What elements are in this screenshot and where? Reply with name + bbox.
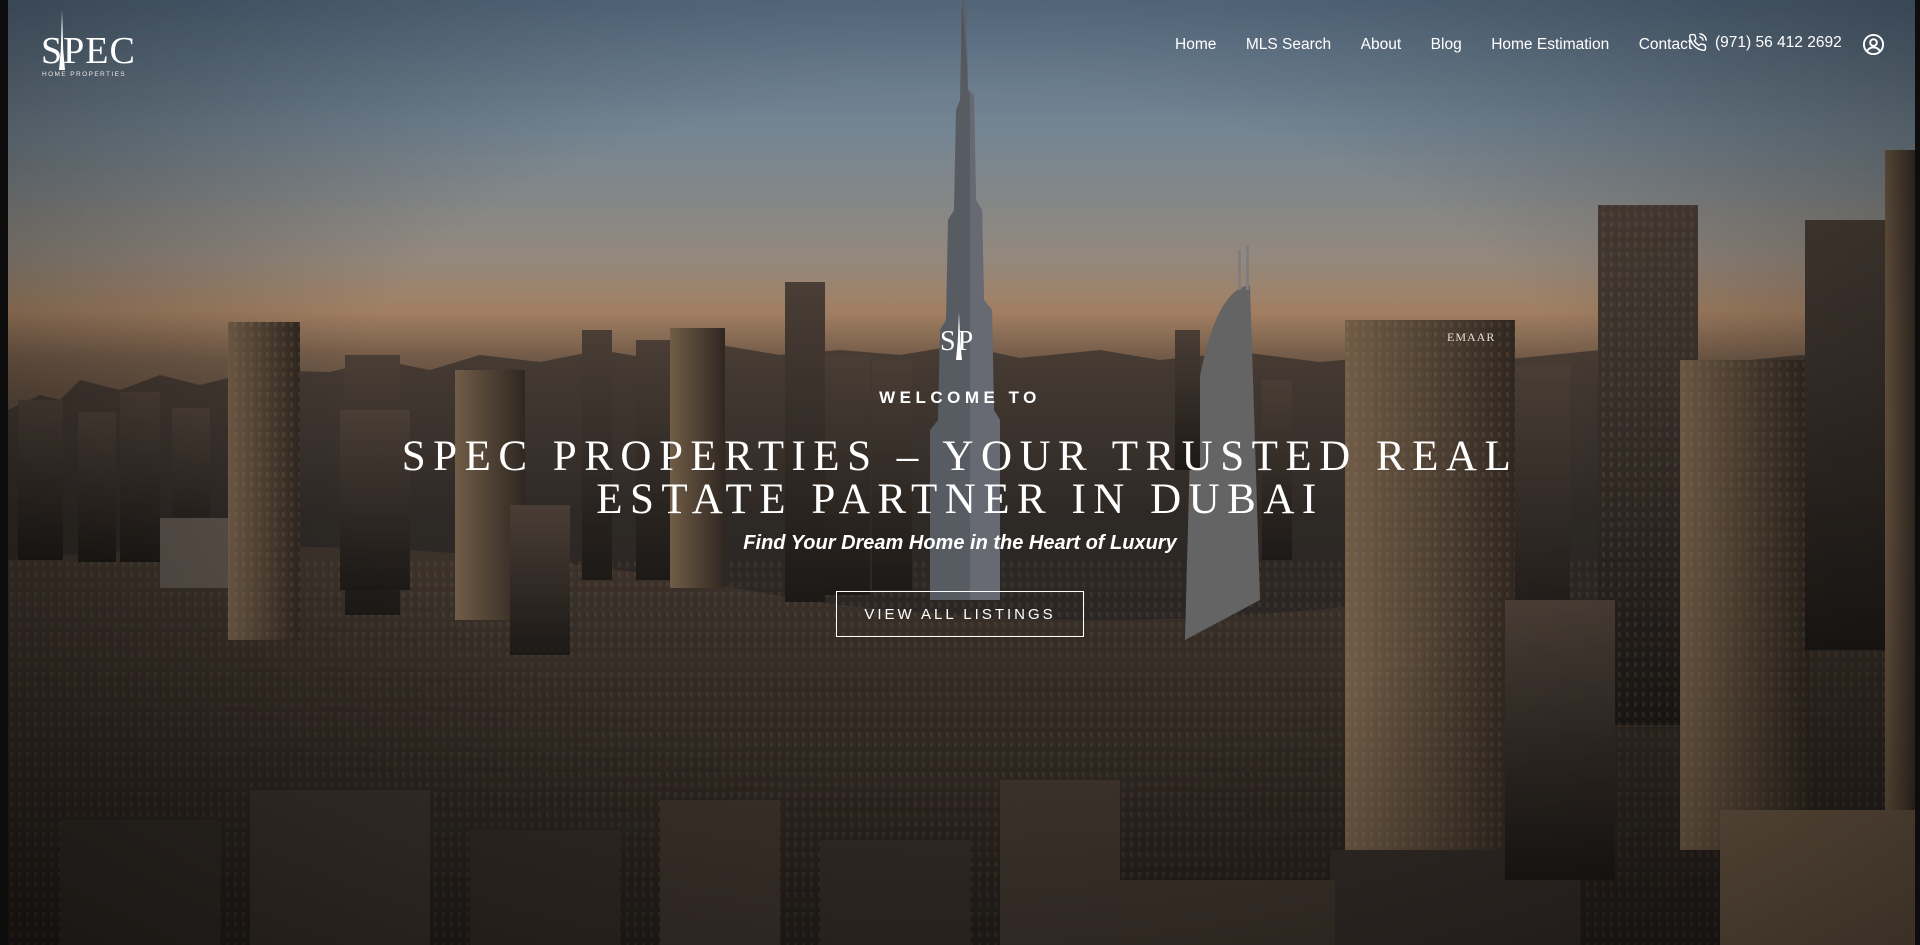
emaar-sign: EMAAR	[1447, 330, 1496, 344]
logo-subtext: HOME PROPERTIES	[42, 71, 127, 78]
hero-headline-line-1: SPEC PROPERTIES – YOUR TRUSTED REAL	[401, 433, 1519, 480]
user-circle-icon	[1862, 33, 1885, 56]
phone-number: (971) 56 412 2692	[1715, 33, 1842, 51]
view-all-listings-button[interactable]: VIEW ALL LISTINGS	[836, 591, 1084, 637]
welcome-text: WELCOME TO	[879, 388, 1041, 407]
nav-mls-search[interactable]: MLS Search	[1246, 36, 1331, 54]
nav-home[interactable]: Home	[1175, 36, 1216, 54]
nav-blog[interactable]: Blog	[1431, 36, 1462, 54]
monogram-logo: SP	[936, 312, 982, 360]
page-frame-left	[0, 0, 8, 945]
page-frame-right	[1915, 0, 1920, 945]
phone-link[interactable]: (971) 56 412 2692	[1688, 33, 1842, 52]
nav-contact[interactable]: Contact	[1639, 36, 1692, 54]
logo-wordmark: SPEC	[41, 30, 136, 72]
hero-headline: SPEC PROPERTIES – YOUR TRUSTED REAL ESTA…	[360, 435, 1560, 521]
phone-call-icon	[1688, 33, 1707, 52]
nav-about[interactable]: About	[1361, 36, 1402, 54]
account-button[interactable]	[1862, 33, 1885, 56]
hero-tagline: Find Your Dream Home in the Heart of Lux…	[743, 532, 1177, 554]
monogram-letters: SP	[940, 326, 976, 357]
main-nav: Home MLS Search About Blog Home Estimati…	[1175, 34, 1722, 56]
site-logo[interactable]: SPEC HOME PROPERTIES	[38, 10, 136, 82]
nav-home-estimation[interactable]: Home Estimation	[1491, 36, 1609, 54]
hero-headline-line-2: ESTATE PARTNER IN DUBAI	[596, 476, 1324, 523]
